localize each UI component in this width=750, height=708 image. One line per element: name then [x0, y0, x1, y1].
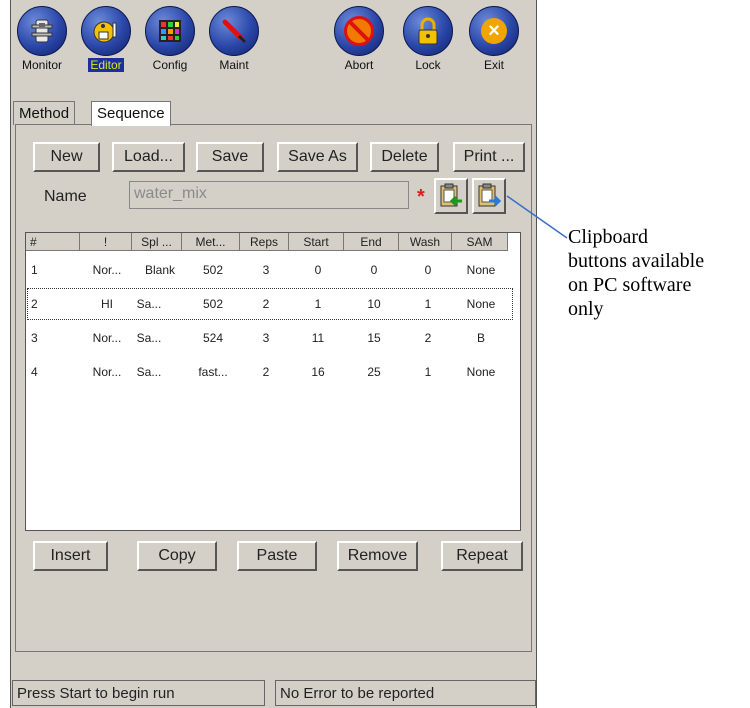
clipboard-copy-button[interactable]: [472, 178, 506, 214]
table-cell: Sa...: [136, 297, 162, 311]
table-cell: 2: [262, 365, 270, 379]
table-cell: 1: [31, 263, 38, 277]
toolbar-lock[interactable]: Lock: [397, 6, 459, 74]
table-cell: 502: [202, 297, 224, 311]
toolbar-label: Maint: [219, 58, 249, 72]
table-cell: 3: [262, 263, 270, 277]
save-as-button[interactable]: Save As: [277, 142, 358, 172]
table-cell: fast...: [198, 365, 228, 379]
required-marker: *: [417, 186, 425, 208]
callout-line: on PC software: [568, 274, 692, 296]
monitor-icon: [17, 6, 67, 56]
table-cell: 2: [424, 331, 432, 345]
toolbar-maint[interactable]: Maint: [203, 6, 265, 74]
toolbar-monitor[interactable]: Monitor: [11, 6, 73, 74]
insert-button[interactable]: Insert: [33, 541, 108, 571]
sequence-table[interactable]: # ! Spl ... Met... Reps Start End Wash S…: [25, 232, 521, 531]
table-cell: 3: [31, 331, 38, 345]
column-header[interactable]: SAM: [452, 233, 508, 251]
lock-icon: [403, 6, 453, 56]
error-status: No Error to be reported: [275, 680, 536, 706]
table-row[interactable]: 4 Nor... Sa... fast... 2 16 25 1 None: [27, 357, 513, 389]
app-window: Monitor Editor Config Maint Abort Lock ×…: [10, 0, 537, 708]
table-row-selected[interactable]: 2 HI Sa... 502 2 1 10 1 None: [27, 288, 513, 320]
column-header[interactable]: Wash: [399, 233, 452, 251]
repeat-button[interactable]: Repeat: [441, 541, 523, 571]
toolbar-config[interactable]: Config: [139, 6, 201, 74]
maint-icon: [209, 6, 259, 56]
editor-icon: [81, 6, 131, 56]
table-cell: None: [466, 263, 496, 277]
paste-button[interactable]: Paste: [237, 541, 317, 571]
table-cell: 11: [311, 331, 325, 345]
column-header[interactable]: Spl ...: [132, 233, 182, 251]
config-icon: [145, 6, 195, 56]
table-cell: 0: [424, 263, 432, 277]
table-row[interactable]: 3 Nor... Sa... 524 3 11 15 2 B: [27, 323, 513, 355]
column-header[interactable]: #: [26, 233, 80, 251]
table-cell: 2: [262, 297, 270, 311]
table-cell: 25: [367, 365, 381, 379]
tab-method[interactable]: Method: [13, 101, 76, 125]
toolbar-label: Config: [152, 58, 188, 72]
table-cell: 16: [311, 365, 325, 379]
table-cell: Sa...: [136, 365, 162, 379]
callout-line: Clipboard: [568, 226, 648, 248]
name-label: Name: [44, 188, 87, 205]
status-message: Press Start to begin run: [12, 680, 265, 706]
table-cell: 0: [370, 263, 378, 277]
table-cell: Blank: [144, 263, 176, 277]
table-cell: B: [476, 331, 485, 345]
table-cell: 3: [262, 331, 270, 345]
column-header[interactable]: End: [344, 233, 399, 251]
table-cell: 502: [202, 263, 224, 277]
remove-button[interactable]: Remove: [337, 541, 418, 571]
load-button[interactable]: Load...: [112, 142, 185, 172]
callout-line: buttons available: [568, 250, 705, 272]
name-field[interactable]: water_mix: [129, 181, 409, 209]
table-cell: 0: [314, 263, 322, 277]
table-cell: Nor...: [92, 263, 122, 277]
column-header[interactable]: Start: [289, 233, 344, 251]
clipboard-paste-icon: [440, 183, 462, 207]
table-cell: 524: [202, 331, 224, 345]
toolbar-exit[interactable]: × Exit: [463, 6, 525, 74]
print-button[interactable]: Print ...: [453, 142, 525, 172]
table-cell: 1: [314, 297, 322, 311]
table-cell: 4: [31, 365, 38, 379]
clipboard-paste-button[interactable]: [434, 178, 468, 214]
toolbar-abort[interactable]: Abort: [328, 6, 390, 74]
new-button[interactable]: New: [33, 142, 100, 172]
save-button[interactable]: Save: [196, 142, 264, 172]
toolbar-label: Exit: [483, 58, 504, 72]
toolbar-label: Editor: [88, 58, 124, 72]
table-row[interactable]: 1 Nor... Blank 502 3 0 0 0 None: [27, 255, 513, 287]
callout-line: only: [568, 298, 604, 320]
toolbar-label: Abort: [344, 58, 374, 72]
table-cell: 10: [367, 297, 381, 311]
column-header[interactable]: Met...: [182, 233, 240, 251]
abort-icon: [334, 6, 384, 56]
table-cell: Sa...: [136, 331, 162, 345]
tab-sequence[interactable]: Sequence: [91, 101, 171, 126]
callout-text: Clipboard buttons available on PC softwa…: [568, 225, 748, 321]
table-cell: 15: [367, 331, 381, 345]
exit-icon: ×: [469, 6, 519, 56]
table-cell: None: [466, 365, 496, 379]
toolbar-editor[interactable]: Editor: [75, 6, 137, 74]
delete-button[interactable]: Delete: [370, 142, 439, 172]
copy-button[interactable]: Copy: [137, 541, 217, 571]
column-header[interactable]: Reps: [240, 233, 289, 251]
toolbar-label: Monitor: [21, 58, 62, 72]
column-header[interactable]: !: [80, 233, 132, 251]
table-cell: 1: [424, 297, 432, 311]
table-header: # ! Spl ... Met... Reps Start End Wash S…: [26, 233, 520, 251]
clipboard-copy-icon: [478, 183, 502, 207]
table-cell: 1: [424, 365, 432, 379]
table-cell: 2: [31, 297, 38, 311]
toolbar-label: Lock: [415, 58, 441, 72]
table-cell: None: [466, 297, 496, 311]
